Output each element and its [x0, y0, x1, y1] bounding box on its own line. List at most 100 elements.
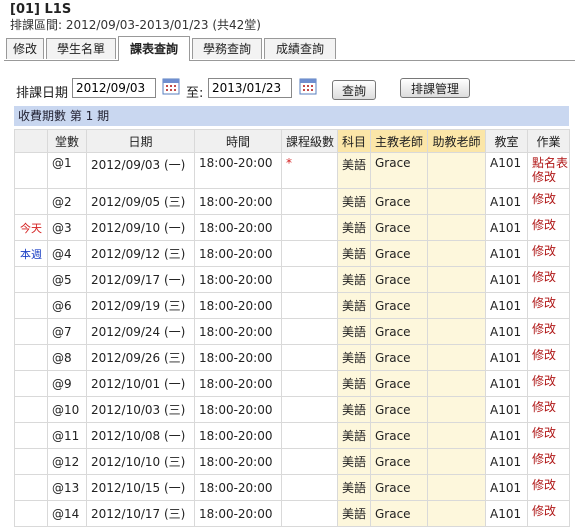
row-subject: 美語	[337, 474, 371, 501]
col-date-header: 日期	[86, 129, 195, 153]
col-lesson-header: 堂數	[47, 129, 87, 153]
table-row: @5 2012/09/17 (一) 18:00-20:00 美語 Grace A101 修改	[14, 266, 570, 293]
tab-student-list[interactable]: 學生名單	[46, 38, 116, 59]
edit-link[interactable]: 修改	[532, 452, 565, 466]
row-date: 2012/09/19 (三)	[86, 292, 195, 319]
table-row: 本週 @4 2012/09/12 (三) 18:00-20:00 美語 Grace A101…	[14, 240, 570, 267]
row-classroom: A101	[485, 448, 528, 475]
row-marker: 本週	[14, 240, 48, 267]
row-marker	[14, 422, 48, 449]
row-course-level	[281, 370, 338, 397]
row-time: 18:00-20:00	[194, 474, 282, 501]
row-time: 18:00-20:00	[194, 214, 282, 241]
tab-edit[interactable]: 修改	[6, 38, 44, 59]
table-row: 今天 @3 2012/09/10 (一) 18:00-20:00 美語 Grace A101…	[14, 214, 570, 241]
row-date: 2012/10/08 (一)	[86, 422, 195, 449]
row-course-level	[281, 266, 338, 293]
row-course-level	[281, 318, 338, 345]
edit-link[interactable]: 修改	[532, 296, 565, 310]
row-actions: 修改	[527, 188, 570, 215]
row-lesson-number: @8	[47, 344, 87, 371]
row-main-teacher: Grace	[370, 396, 428, 423]
row-course-level	[281, 396, 338, 423]
row-main-teacher: Grace	[370, 214, 428, 241]
row-lesson-number: @10	[47, 396, 87, 423]
calendar-icon[interactable]	[299, 77, 317, 95]
edit-link[interactable]: 修改	[532, 192, 565, 206]
table-row: @2 2012/09/05 (三) 18:00-20:00 美語 Grace A101 修改	[14, 188, 570, 215]
row-actions: 修改	[527, 422, 570, 449]
attendance-sheet-link[interactable]: 點名表	[532, 156, 568, 170]
edit-link[interactable]: 修改	[532, 270, 565, 284]
row-classroom: A101	[485, 240, 528, 267]
col-time-header: 時間	[194, 129, 282, 153]
row-course-level	[281, 344, 338, 371]
row-date: 2012/10/15 (一)	[86, 474, 195, 501]
end-date-input[interactable]	[208, 78, 292, 98]
row-classroom: A101	[485, 152, 528, 189]
row-marker	[14, 266, 48, 293]
row-actions: 修改	[527, 214, 570, 241]
row-assistant-teacher	[427, 344, 486, 371]
row-assistant-teacher	[427, 422, 486, 449]
start-date-input[interactable]	[72, 78, 156, 98]
edit-link[interactable]: 修改	[532, 218, 565, 232]
row-assistant-teacher	[427, 370, 486, 397]
row-date: 2012/09/24 (一)	[86, 318, 195, 345]
row-marker	[14, 292, 48, 319]
row-classroom: A101	[485, 214, 528, 241]
row-main-teacher: Grace	[370, 188, 428, 215]
row-date: 2012/10/01 (一)	[86, 370, 195, 397]
row-marker	[14, 448, 48, 475]
col-assistant-header: 助教老師	[427, 129, 486, 153]
edit-link[interactable]: 修改	[532, 322, 565, 336]
query-button[interactable]: 查詢	[332, 80, 376, 100]
row-course-level	[281, 448, 338, 475]
row-actions: 修改	[527, 448, 570, 475]
row-time: 18:00-20:00	[194, 240, 282, 267]
row-classroom: A101	[485, 422, 528, 449]
row-classroom: A101	[485, 344, 528, 371]
row-date: 2012/09/05 (三)	[86, 188, 195, 215]
row-time: 18:00-20:00	[194, 448, 282, 475]
edit-link[interactable]: 修改	[532, 374, 565, 388]
row-lesson-number: @6	[47, 292, 87, 319]
row-lesson-number: @7	[47, 318, 87, 345]
row-subject: 美語	[337, 500, 371, 527]
edit-link[interactable]: 修改	[532, 348, 565, 362]
row-assistant-teacher	[427, 396, 486, 423]
row-lesson-number: @5	[47, 266, 87, 293]
schedule-manage-button[interactable]: 排課管理	[400, 78, 470, 98]
row-time: 18:00-20:00	[194, 344, 282, 371]
table-row: @9 2012/10/01 (一) 18:00-20:00 美語 Grace A101 修改	[14, 370, 570, 397]
edit-link[interactable]: 修改	[532, 478, 565, 492]
row-date: 2012/09/12 (三)	[86, 240, 195, 267]
table-row: @12 2012/10/10 (三) 18:00-20:00 美語 Grace A101 修…	[14, 448, 570, 475]
row-time: 18:00-20:00	[194, 396, 282, 423]
row-main-teacher: Grace	[370, 240, 428, 267]
row-main-teacher: Grace	[370, 500, 428, 527]
row-course-level	[281, 240, 338, 267]
row-lesson-number: @11	[47, 422, 87, 449]
row-actions: 修改	[527, 292, 570, 319]
calendar-icon[interactable]	[162, 77, 180, 95]
edit-link[interactable]: 修改	[532, 400, 565, 414]
row-actions: 修改	[527, 396, 570, 423]
table-header-row: 堂數 日期 時間 課程級數 科目 主教老師 助教老師 教室 作業	[14, 129, 570, 153]
row-main-teacher: Grace	[370, 266, 428, 293]
tab-grades-query[interactable]: 成績查詢	[264, 38, 336, 59]
row-assistant-teacher	[427, 448, 486, 475]
edit-link[interactable]: 修改	[532, 170, 565, 184]
schedule-table: 堂數 日期 時間 課程級數 科目 主教老師 助教老師 教室 作業 @1 2012/…	[14, 129, 570, 527]
tab-academic-query[interactable]: 學務查詢	[192, 38, 262, 59]
edit-link[interactable]: 修改	[532, 504, 565, 518]
class-title: [01] L1S	[10, 2, 72, 17]
class-range: 排課區間: 2012/09/03-2013/01/23 (共42堂)	[10, 18, 261, 32]
tab-schedule-query[interactable]: 課表查詢	[118, 36, 190, 61]
col-level-header: 課程級數	[281, 129, 338, 153]
edit-link[interactable]: 修改	[532, 244, 565, 258]
row-time: 18:00-20:00	[194, 318, 282, 345]
row-subject: 美語	[337, 396, 371, 423]
edit-link[interactable]: 修改	[532, 426, 565, 440]
row-lesson-number: @13	[47, 474, 87, 501]
